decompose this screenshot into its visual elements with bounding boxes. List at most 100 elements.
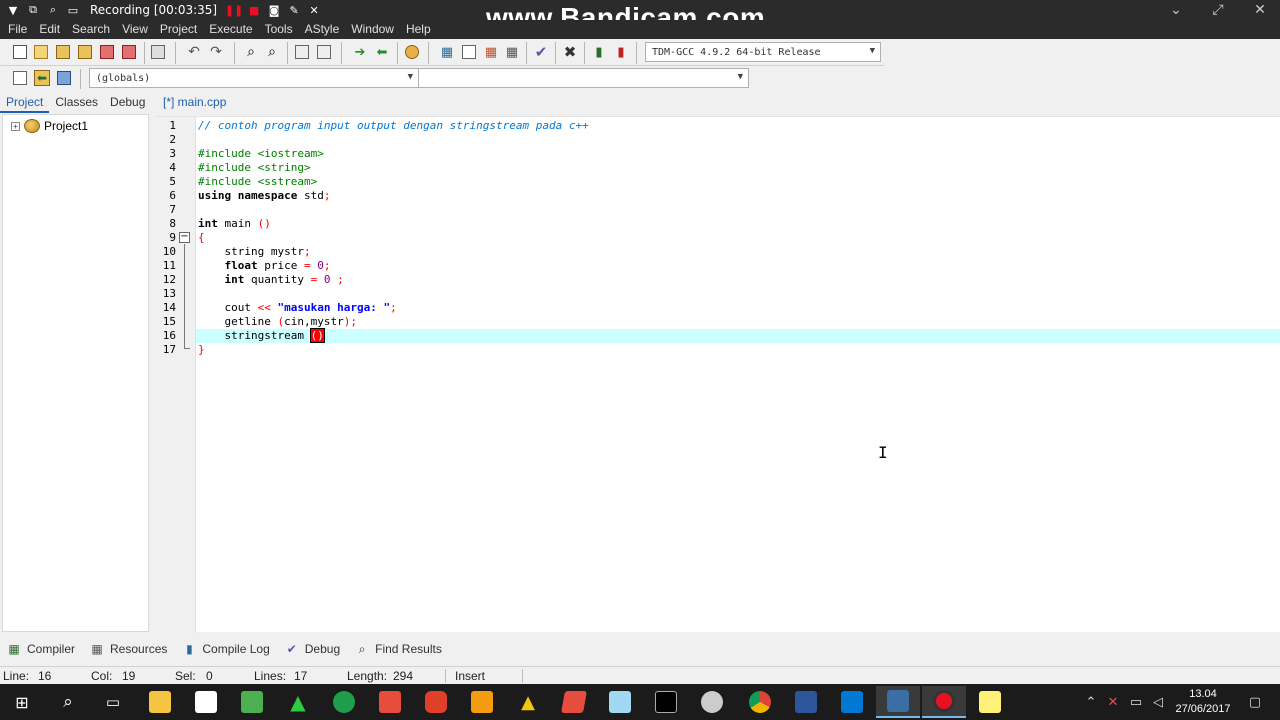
tray-volume[interactable]: ◁: [1148, 684, 1168, 720]
toggle-bookmark-button[interactable]: [402, 42, 422, 62]
rectangle-select-icon[interactable]: ▭: [66, 3, 80, 17]
window-mode-icon[interactable]: ⧉: [26, 3, 40, 17]
action-center[interactable]: ▢: [1240, 684, 1270, 720]
compile-button[interactable]: ▦: [437, 42, 457, 62]
tab-resources[interactable]: ▦ Resources: [89, 642, 167, 656]
open-button[interactable]: [31, 42, 51, 62]
taskbar-app-8[interactable]: [552, 686, 596, 718]
compile-run-button[interactable]: ▦: [481, 42, 501, 62]
menu-dropdown-icon[interactable]: ▼: [6, 3, 20, 17]
menu-help[interactable]: Help: [400, 20, 437, 39]
menu-edit[interactable]: Edit: [33, 20, 66, 39]
tree-item-project1[interactable]: + Project1: [11, 119, 88, 133]
tab-classes[interactable]: Classes: [49, 93, 104, 113]
redo-button[interactable]: ↷: [206, 42, 226, 62]
run-button[interactable]: [459, 42, 479, 62]
taskbar-devcpp[interactable]: [876, 686, 920, 718]
undo-button[interactable]: ↶: [184, 42, 204, 62]
close-icon[interactable]: ✕: [307, 3, 321, 17]
tray-network[interactable]: ✕: [1102, 684, 1124, 720]
taskbar-bandicam[interactable]: [922, 686, 966, 718]
insert-button[interactable]: [10, 68, 30, 88]
close-window-button[interactable]: ✕: [1240, 0, 1280, 20]
taskbar-app-5[interactable]: [414, 686, 458, 718]
taskbar-app-9[interactable]: [598, 686, 642, 718]
save-all-button[interactable]: [75, 42, 95, 62]
taskbar-app-10[interactable]: [690, 686, 734, 718]
close-file-button[interactable]: [97, 42, 117, 62]
taskbar-word[interactable]: [784, 686, 828, 718]
goto-line-button[interactable]: ➔: [350, 42, 370, 62]
keyword: int: [224, 273, 245, 286]
tab-main-cpp[interactable]: [*] main.cpp: [161, 95, 228, 109]
maximize-button[interactable]: ⤢: [1198, 0, 1238, 20]
expand-icon[interactable]: +: [11, 121, 20, 131]
close-all-button[interactable]: [119, 42, 139, 62]
taskbar-app-4[interactable]: [368, 686, 412, 718]
goto-declaration-button[interactable]: ⬅: [32, 68, 52, 88]
menu-execute[interactable]: Execute: [203, 20, 258, 39]
comment: // contoh program input output dengan st…: [198, 119, 589, 132]
compiler-select[interactable]: TDM-GCC 4.9.2 64-bit Release ▼: [645, 42, 881, 62]
search-icon: ⌕: [358, 641, 366, 656]
menu-astyle[interactable]: AStyle: [299, 20, 346, 39]
windows-logo-icon: ⊞: [15, 692, 29, 712]
taskbar-sticky-notes[interactable]: [968, 686, 1012, 718]
task-view-button[interactable]: ▭: [91, 686, 135, 718]
tab-compile-log[interactable]: ▮ Compile Log: [181, 642, 270, 656]
delete-profile-button[interactable]: ▮: [611, 42, 631, 62]
taskbar-clock[interactable]: 13.04 27/06/2017: [1174, 687, 1232, 717]
fold-toggle[interactable]: −: [179, 232, 190, 243]
save-button[interactable]: [53, 42, 73, 62]
replace-button[interactable]: ⌕: [262, 42, 282, 62]
taskbar-vscode[interactable]: [830, 686, 874, 718]
new-file-button[interactable]: [10, 42, 30, 62]
taskbar-app-6[interactable]: [460, 686, 504, 718]
tray-overflow[interactable]: ⌃: [1082, 684, 1100, 720]
taskbar-app-3[interactable]: [322, 686, 366, 718]
taskbar-file-explorer[interactable]: [138, 686, 182, 718]
tab-compiler[interactable]: ▦ Compiler: [6, 642, 75, 656]
pencil-icon[interactable]: ✎: [287, 3, 301, 17]
line-number: 1: [169, 119, 176, 132]
menu-window[interactable]: Window: [345, 20, 400, 39]
toggle-button[interactable]: [54, 68, 74, 88]
taskbar-app-2[interactable]: ▲: [276, 686, 320, 718]
magnifier-icon[interactable]: ⌕: [46, 3, 60, 17]
taskbar-app-1[interactable]: [230, 686, 274, 718]
print-button[interactable]: [148, 42, 168, 62]
menu-tools[interactable]: Tools: [259, 20, 299, 39]
camera-icon[interactable]: ◙: [267, 3, 281, 17]
taskbar-chrome[interactable]: [738, 686, 782, 718]
menu-search[interactable]: Search: [66, 20, 116, 39]
taskbar-terminal[interactable]: [644, 686, 688, 718]
unindent-button[interactable]: [314, 42, 334, 62]
project-icon: [24, 119, 40, 133]
tab-debug[interactable]: Debug: [104, 93, 151, 113]
tray-battery[interactable]: ▭: [1126, 684, 1146, 720]
clean-button[interactable]: ✖: [560, 42, 580, 62]
tab-project[interactable]: Project: [0, 93, 50, 113]
taskbar-store[interactable]: [184, 686, 228, 718]
indent-button[interactable]: [292, 42, 312, 62]
identifier: string mystr: [198, 245, 304, 258]
check-syntax-button[interactable]: ✔: [531, 42, 551, 62]
goto-back-button[interactable]: ⬅: [372, 42, 392, 62]
pause-icon[interactable]: ❚❚: [225, 3, 243, 17]
start-button[interactable]: ⊞: [0, 686, 44, 718]
taskbar-app-7[interactable]: ▲: [506, 686, 550, 718]
menu-view[interactable]: View: [116, 20, 154, 39]
find-button[interactable]: ⌕: [241, 42, 261, 62]
menu-file[interactable]: File: [2, 20, 33, 39]
scope-select[interactable]: (globals) ▼: [89, 68, 419, 88]
member-select[interactable]: ▼: [418, 68, 749, 88]
minimize-button[interactable]: ⌄: [1156, 0, 1196, 20]
rebuild-button[interactable]: ▦: [502, 42, 522, 62]
profile-button[interactable]: ▮: [589, 42, 609, 62]
tab-find-results[interactable]: ⌕ Find Results: [354, 641, 442, 657]
search-button[interactable]: ⌕: [46, 686, 90, 718]
menu-project[interactable]: Project: [154, 20, 203, 39]
code-editor[interactable]: 1 2 3 4 5 6 7 8 9 10 11 12 13 14 15 16 1…: [156, 116, 1280, 633]
tab-debug-output[interactable]: ✔ Debug: [284, 642, 340, 656]
stop-icon[interactable]: ■: [247, 3, 261, 17]
